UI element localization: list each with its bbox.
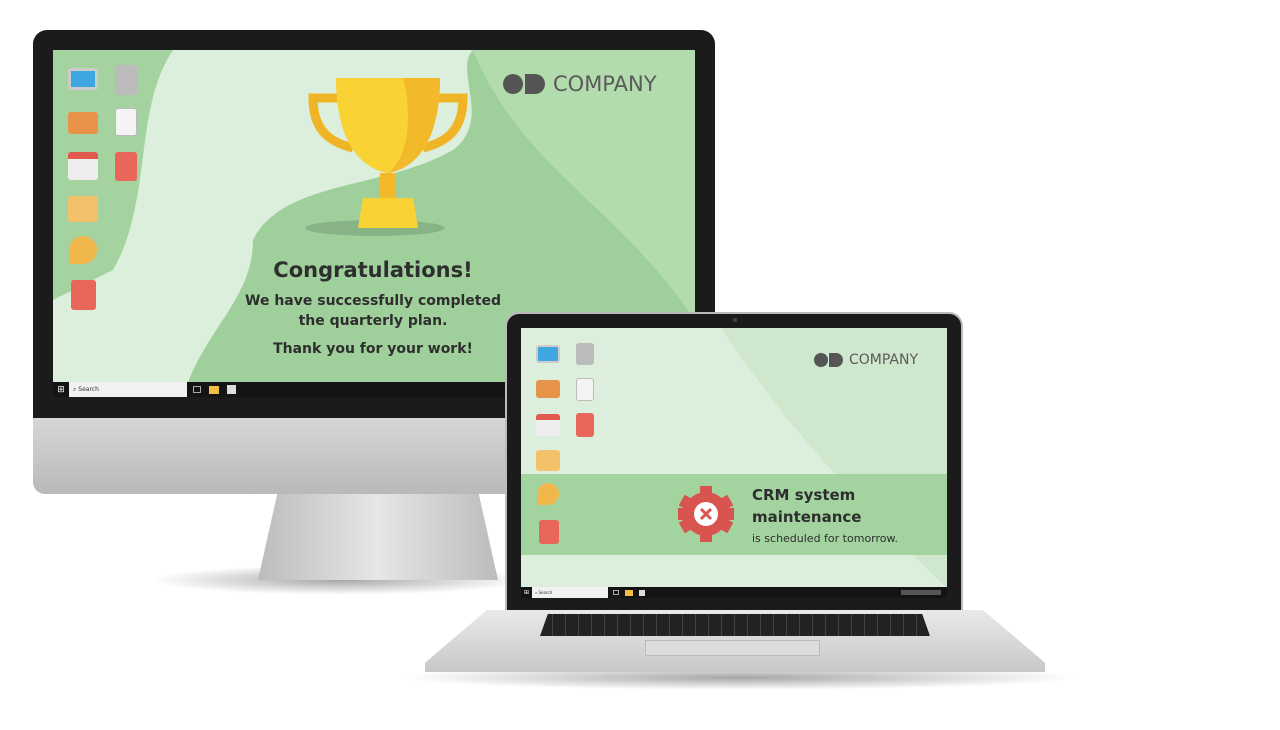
sd-card-icon[interactable] [576,413,594,437]
key-icon[interactable] [537,483,559,505]
notebook-icon[interactable] [539,520,559,544]
mail-icon[interactable] [536,450,560,471]
alert-title-line-2: maintenance [752,508,862,526]
message-line-2: the quarterly plan. [298,313,448,329]
trash-icon[interactable] [115,65,137,95]
store-icon[interactable] [227,385,236,394]
briefcase-icon[interactable] [68,112,98,134]
search-placeholder: Search [78,386,99,393]
taskbar-search[interactable]: ⌕ Search [532,587,608,598]
start-icon[interactable]: ⊞ [53,385,69,395]
store-icon[interactable] [639,589,645,596]
document-icon[interactable] [576,378,594,401]
alert-title-line-1: CRM system [752,486,856,504]
message-line-1: We have successfully completed [245,293,501,309]
computer-icon[interactable] [68,68,98,90]
keyboard [540,614,930,636]
taskbar-search[interactable]: ⌕ Search [69,382,187,397]
background-shapes [721,328,947,588]
alert-subtitle: is scheduled for tomorrow. [752,532,898,545]
alert-banner: CRM system maintenance is scheduled for … [521,474,947,555]
calendar-icon[interactable] [536,414,560,436]
logo-text: COMPANY [849,352,919,368]
gear-error-icon [678,486,734,542]
file-explorer-icon[interactable] [209,385,219,394]
congrats-title: Congratulations! [273,258,473,282]
file-explorer-icon[interactable] [625,589,633,596]
notebook-icon[interactable] [71,280,96,310]
calendar-icon[interactable] [68,152,98,180]
monitor-stand [258,494,498,580]
trophy-icon [308,78,468,228]
sd-card-icon[interactable] [115,152,137,181]
company-logo: COMPANY [503,72,657,96]
message-line-3: Thank you for your work! [273,341,473,357]
search-placeholder: Search [538,590,553,595]
webcam [733,318,737,322]
trash-icon[interactable] [576,343,594,365]
logo-text: COMPANY [553,72,657,96]
task-view-icon[interactable] [613,590,619,595]
laptop-screen: COMPANY CRM system maintenance is schedu… [521,328,947,598]
document-icon[interactable] [115,108,137,136]
system-tray[interactable] [901,590,941,595]
key-icon[interactable] [69,236,97,264]
computer-icon[interactable] [536,345,560,363]
mail-icon[interactable] [68,196,98,222]
taskbar: ⊞ ⌕ Search [521,587,947,598]
task-view-icon[interactable] [193,386,201,393]
briefcase-icon[interactable] [536,380,560,398]
company-logo: COMPANY [814,352,918,368]
trackpad [645,640,820,656]
start-icon[interactable]: ⊞ [521,589,532,596]
